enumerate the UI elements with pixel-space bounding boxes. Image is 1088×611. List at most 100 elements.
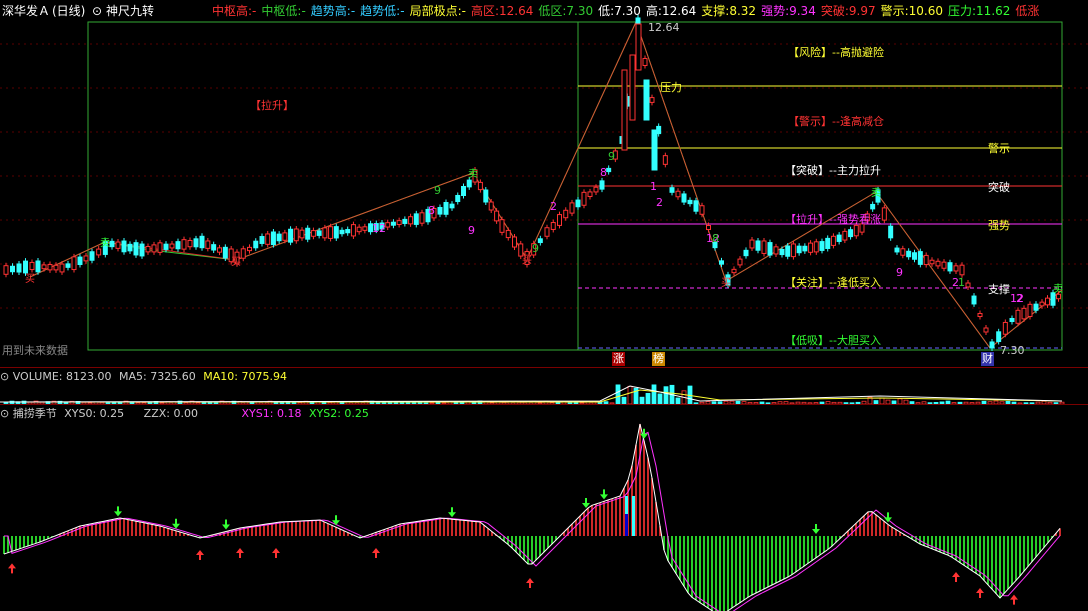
candle-body	[413, 213, 419, 225]
candle-body	[953, 265, 959, 272]
left-zone-box	[87, 21, 579, 351]
count-label: 1	[958, 276, 965, 289]
candle-body	[971, 295, 977, 305]
tag-cai[interactable]: 财	[981, 352, 994, 366]
candle-body	[53, 264, 59, 271]
candle-body	[437, 207, 443, 215]
candle-body	[299, 229, 305, 239]
candle-body	[157, 242, 163, 253]
candle-body	[959, 264, 965, 276]
zone-watch: 【关注】--逢低买入	[785, 276, 881, 289]
candle-body	[408, 216, 414, 225]
candle-body	[544, 227, 550, 237]
candle-body	[505, 229, 511, 239]
up-arrow	[976, 588, 984, 598]
tag-zhang[interactable]: 涨	[612, 352, 625, 366]
candle-body	[888, 225, 894, 239]
candle-body	[477, 181, 483, 191]
candle-body	[339, 229, 345, 235]
candle-body	[629, 54, 636, 121]
candle-body	[396, 220, 402, 226]
count-label: 12	[372, 222, 386, 235]
candle-body	[483, 189, 489, 203]
candle-body	[133, 242, 139, 256]
candle-body	[900, 248, 906, 256]
candle-body	[35, 260, 41, 273]
indicator-chart[interactable]	[0, 404, 1088, 611]
candle-body	[1027, 303, 1033, 317]
candle-body	[10, 265, 15, 273]
level-strong-label: 强势	[988, 219, 1010, 232]
level-breakout-label: 突破	[988, 181, 1010, 194]
sell-marker: 卖	[871, 187, 881, 199]
candle-body	[293, 228, 299, 242]
down-arrow	[172, 518, 180, 529]
count-label: 2	[550, 200, 557, 213]
candle-body	[16, 263, 22, 273]
candle-body	[316, 230, 322, 236]
candle-body	[322, 227, 328, 239]
candle-body	[947, 262, 953, 272]
candle-body	[240, 248, 246, 259]
candle-body	[282, 232, 288, 241]
candle-body	[151, 244, 157, 253]
candle-body	[706, 224, 711, 231]
label-lashen: 【拉升】	[250, 99, 294, 112]
candle-body	[923, 254, 929, 266]
xys1-line	[4, 431, 1061, 611]
candle-body	[443, 201, 449, 215]
candle-body	[977, 312, 983, 318]
candle-body	[550, 222, 556, 230]
candle-body	[929, 259, 935, 265]
candle-body	[512, 236, 517, 248]
down-arrow	[600, 489, 608, 500]
candle-body	[455, 194, 461, 203]
candle-body	[23, 260, 28, 274]
tag-bang[interactable]: 榜	[652, 352, 665, 366]
candle-body	[870, 203, 876, 210]
candle-body	[731, 268, 737, 274]
candle-body	[587, 191, 593, 197]
candle-body	[65, 263, 71, 268]
candle-body	[169, 243, 175, 249]
candle-body	[328, 226, 334, 239]
candle-body	[842, 230, 848, 241]
candle-body	[71, 256, 77, 271]
candle-body	[996, 331, 1002, 343]
volume-bar	[651, 384, 657, 404]
sell-marker: 卖	[100, 237, 110, 249]
down-arrow	[222, 519, 230, 530]
volume-ma5-line	[0, 385, 1063, 403]
candle-body	[569, 202, 575, 214]
candle-body	[270, 231, 276, 246]
candle-body	[983, 327, 989, 333]
volume-bar	[663, 386, 669, 404]
candle-body	[345, 229, 351, 234]
candle-body	[767, 242, 773, 256]
level-pressure-label: 压力	[660, 81, 682, 94]
candle-body	[175, 241, 181, 250]
candle-body	[563, 209, 569, 219]
count-label: 9	[468, 224, 475, 237]
count-label: 9	[896, 266, 903, 279]
down-arrow	[448, 507, 456, 518]
candle-body	[917, 251, 923, 265]
candle-body	[310, 230, 316, 237]
candle-body	[77, 256, 83, 266]
candle-body	[1002, 321, 1008, 335]
candle-body	[488, 201, 494, 211]
candle-body	[217, 247, 222, 253]
count-label: 2	[656, 196, 663, 209]
candle-body	[989, 341, 995, 349]
volume-chart[interactable]	[0, 368, 1088, 404]
up-arrow	[952, 572, 960, 582]
volume-bar	[645, 392, 651, 404]
count-label: 8	[428, 204, 435, 217]
candle-body	[163, 243, 169, 250]
candle-body	[127, 243, 133, 252]
candlestick-chart[interactable]: 9812 992891212892 1212买买 买买卖卖卖卖	[0, 0, 1088, 368]
candle-body	[749, 239, 755, 249]
candle-body	[1045, 297, 1050, 306]
candle-body	[635, 23, 642, 71]
candle-body	[466, 179, 472, 188]
